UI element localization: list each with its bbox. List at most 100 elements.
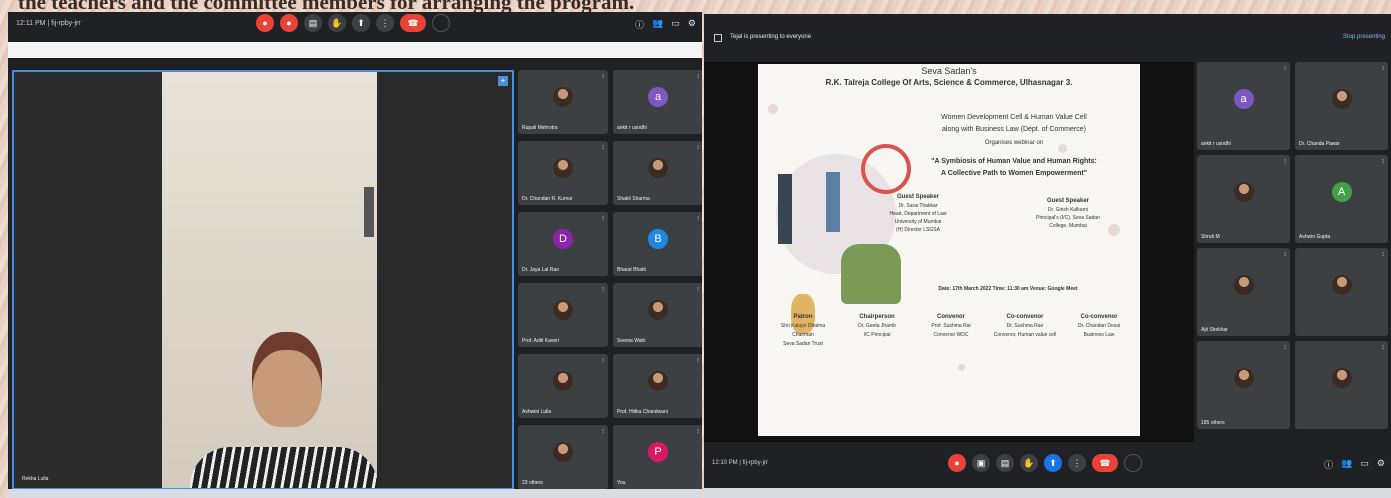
guest-speaker-2-extra: College, Mumbai xyxy=(1049,223,1087,229)
right-participant-tile[interactable]: A ⁝ Ashwin Gupta xyxy=(1295,155,1388,243)
right-more-button[interactable]: ⋮ xyxy=(1068,454,1086,472)
mic-icon: ⁝ xyxy=(697,429,699,435)
guest-speaker-title: Head, Department of Law xyxy=(889,211,947,217)
guest-speaker-2-heading: Guest Speaker xyxy=(1046,198,1090,204)
avatar-photo xyxy=(648,370,668,391)
guest-speaker-heading: Guest Speaker xyxy=(896,194,940,200)
poster-role-heading: Convenor xyxy=(936,314,965,320)
participant-name: Shakti Sharma xyxy=(617,196,650,202)
poster-date: Date: 17th March 2022 Time: 11:30 am Ven… xyxy=(938,286,1078,292)
presentation-icon xyxy=(714,34,722,42)
participant-name: Prof. Hitika Chandwani xyxy=(617,409,668,415)
right-people-icon[interactable]: 👥 xyxy=(1341,458,1352,471)
right-participant-tile[interactable]: a ⁝ ankit r usndhi xyxy=(1197,62,1290,150)
right-camera-button[interactable]: ▣ xyxy=(972,454,990,472)
poster-role-line: Convenor, Human value cell xyxy=(993,332,1057,338)
mic-icon: ⁝ xyxy=(1382,159,1384,165)
poster-role-line: Seva Sadan Trust xyxy=(783,341,823,347)
right-mic-button[interactable]: ● xyxy=(948,454,966,472)
left-participant-tile[interactable]: ⁝ 23 others xyxy=(518,425,608,489)
avatar-photo xyxy=(648,299,668,320)
participant-name: Ashwin Gupta xyxy=(1299,234,1331,240)
chat-icon[interactable]: ▭ xyxy=(671,18,680,31)
poster-roles: Patron Shri Kalayo Dhaima Chairman Seva Sad… xyxy=(758,314,1140,394)
left-participant-tile[interactable]: ⁝ Dr. Chandan R. Kumar xyxy=(518,141,608,205)
left-participant-tile[interactable]: a ⁝ ankit r usndhi xyxy=(613,70,702,134)
main-speaker-name: Rekha Lulla xyxy=(22,476,49,482)
mic-icon: ⁝ xyxy=(1284,252,1286,258)
poster-line-1: Seva Sadan's xyxy=(921,66,977,76)
right-activities-icon[interactable]: ⚙ xyxy=(1377,458,1385,471)
participant-name: 185 others xyxy=(1201,420,1225,426)
right-participant-tile[interactable]: ⁝ xyxy=(1295,341,1388,429)
poster-role-line: Business Law xyxy=(1083,332,1115,338)
right-participant-tile[interactable]: ⁝ Dr. Chanda Pawar xyxy=(1295,62,1388,150)
poster-role-line: I/C Principal xyxy=(863,332,891,338)
mic-icon: ⁝ xyxy=(602,287,604,293)
avatar-photo xyxy=(648,157,668,178)
poster-role-line: Dr. Chandan Desai xyxy=(1077,323,1121,329)
left-participant-tile[interactable]: ⁝ Rupali Mehrotra xyxy=(518,70,608,134)
people-icon[interactable]: 👥 xyxy=(652,18,663,31)
poster-line-4: along with Business Law (Dept. of Commer… xyxy=(942,126,1086,133)
poster-line-3: Women Development Cell & Human Value Cel… xyxy=(941,114,1087,121)
raise-hand-button[interactable]: ✋ xyxy=(328,14,346,32)
participant-name: 23 others xyxy=(522,480,543,486)
right-controls: ● ▣ ▤ ✋ ⬆ ⋮ ☎ xyxy=(948,454,1142,472)
right-captions-button[interactable]: ▤ xyxy=(996,454,1014,472)
leave-call-button[interactable]: ☎ xyxy=(400,14,426,32)
avatar-photo xyxy=(1233,367,1254,388)
avatar-photo xyxy=(553,299,573,320)
right-info-icon[interactable]: ⓘ xyxy=(1324,458,1333,471)
pin-icon[interactable]: + xyxy=(498,76,508,86)
camera-off-button[interactable]: ● xyxy=(280,14,298,32)
stop-presenting-button[interactable]: Stop presenting xyxy=(1343,34,1385,40)
more-options-button[interactable]: ⋮ xyxy=(376,14,394,32)
right-hand-button[interactable]: ✋ xyxy=(1020,454,1038,472)
avatar-photo xyxy=(1233,181,1254,202)
participant-name: You xyxy=(617,480,626,486)
left-participant-tile[interactable]: B ⁝ Bharat Bhatti xyxy=(613,212,702,276)
right-participant-tile[interactable]: ⁝ 185 others xyxy=(1197,341,1290,429)
mic-off-button[interactable]: ● xyxy=(256,14,274,32)
poster-role-line: Dr. Geeta Jhamb xyxy=(858,323,896,329)
left-controls: ● ● ▤ ✋ ⬆ ⋮ ☎ xyxy=(256,14,450,32)
left-participant-tile[interactable]: ⁝ Prof. Aditi Kaveri xyxy=(518,283,608,347)
mic-icon: ⁝ xyxy=(697,145,699,151)
right-participant-tile[interactable]: ⁝ xyxy=(1295,248,1388,336)
present-button[interactable]: ⬆ xyxy=(352,14,370,32)
avatar-photo xyxy=(1233,274,1254,295)
meeting-time: 12:11 PM | fij-rpby-jrr xyxy=(16,19,81,27)
extra-button[interactable] xyxy=(432,14,450,32)
right-present-button[interactable]: ⬆ xyxy=(1044,454,1062,472)
mic-icon: ⁝ xyxy=(602,145,604,151)
main-video: + Rekha Lulla xyxy=(12,70,514,490)
poster-role-line: Convenor WDC xyxy=(933,332,969,338)
avatar-photo xyxy=(1331,367,1352,388)
info-icon[interactable]: ⓘ xyxy=(635,18,644,31)
mic-icon: ⁝ xyxy=(1382,252,1384,258)
avatar: B xyxy=(648,228,668,249)
speaker-person xyxy=(190,332,378,488)
activities-icon[interactable]: ⚙ xyxy=(688,18,696,31)
left-participant-tile[interactable]: ⁝ Prof. Hitika Chandwani xyxy=(613,354,702,418)
left-participant-tile[interactable]: P ⁝ You xyxy=(613,425,702,489)
avatar: a xyxy=(1233,88,1254,109)
right-participant-tile[interactable]: ⁝ Shruti M xyxy=(1197,155,1290,243)
right-participant-tile[interactable]: ⁝ Ajit Shekhar xyxy=(1197,248,1290,336)
left-participant-tile[interactable]: ⁝ Seema Wahi xyxy=(613,283,702,347)
left-participant-tile[interactable]: ⁝ Ashwini Lulla xyxy=(518,354,608,418)
left-participant-tile[interactable]: ⁝ Shakti Sharma xyxy=(613,141,702,205)
participant-name: Seema Wahi xyxy=(617,338,646,344)
right-extra-button[interactable] xyxy=(1124,454,1142,472)
poster-role-line: Chairman xyxy=(792,332,814,338)
mic-icon: ⁝ xyxy=(697,287,699,293)
right-leave-button[interactable]: ☎ xyxy=(1092,454,1118,472)
captions-button[interactable]: ▤ xyxy=(304,14,322,32)
poster-role-line: Dr. Sushma Rao xyxy=(1006,323,1044,329)
participant-name: Rupali Mehrotra xyxy=(522,125,558,131)
right-top-bar: Tejal is presenting to everyone Stop pre… xyxy=(704,14,1391,62)
left-participant-tile[interactable]: D ⁝ Dr. Jaya Lal Rao xyxy=(518,212,608,276)
avatar-photo xyxy=(553,370,573,391)
right-chat-icon[interactable]: ▭ xyxy=(1360,458,1369,471)
